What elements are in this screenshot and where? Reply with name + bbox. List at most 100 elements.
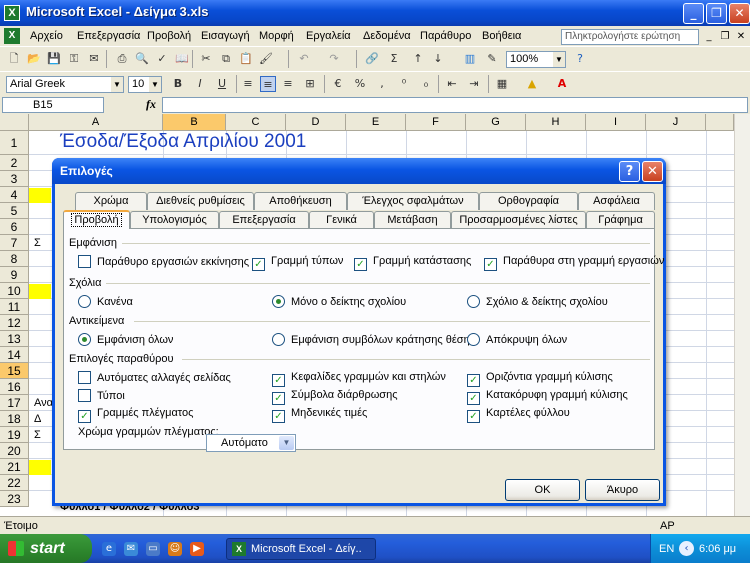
tray-arrow-icon[interactable]: ‹ xyxy=(679,541,694,556)
formula-bar-checkbox[interactable]: ✓ Γραμμή τύπων xyxy=(252,255,343,271)
increase-indent-icon[interactable]: ⇥ xyxy=(466,76,482,92)
minimize-button[interactable]: _ xyxy=(683,3,704,24)
close-window-button[interactable]: ✕ xyxy=(729,3,750,24)
tab-security[interactable]: Ασφάλεια xyxy=(578,192,655,210)
ask-question-box[interactable]: Πληκτρολογήστε ερώτηση xyxy=(561,29,699,45)
comments-none-radio[interactable]: Κανένα xyxy=(78,295,133,308)
row-header[interactable]: 4 xyxy=(0,187,29,203)
row-header[interactable]: 15 xyxy=(0,363,29,379)
chart-wizard-icon[interactable]: ▥ xyxy=(462,51,478,67)
row-header[interactable]: 2 xyxy=(0,155,29,171)
spelling-icon[interactable]: ✓ xyxy=(154,51,170,67)
column-header[interactable]: B xyxy=(163,114,226,131)
cell-text[interactable]: Ανα xyxy=(34,397,53,409)
row-header[interactable]: 12 xyxy=(0,315,29,331)
cancel-button[interactable]: Άκυρο xyxy=(585,479,660,501)
redo-icon[interactable]: ↷ xyxy=(326,51,342,67)
column-header[interactable]: G xyxy=(466,114,526,131)
workbook-icon[interactable]: X xyxy=(4,28,20,44)
save-icon[interactable]: 💾 xyxy=(46,51,62,67)
vertical-scrollbar[interactable] xyxy=(734,114,750,516)
status-bar-checkbox[interactable]: ✓ Γραμμή κατάστασης xyxy=(354,255,471,271)
ie-icon[interactable]: e xyxy=(102,542,116,556)
font-color-icon[interactable]: A xyxy=(554,76,570,92)
tab-view[interactable]: Προβολή xyxy=(63,210,130,229)
row-header[interactable]: 1 xyxy=(0,131,29,155)
format-painter-icon[interactable]: 🖌 xyxy=(258,51,274,67)
start-button[interactable]: start xyxy=(0,534,92,563)
fill-color-icon[interactable]: ▲ xyxy=(524,76,540,92)
row-header[interactable]: 17 xyxy=(0,395,29,411)
italic-icon[interactable]: I xyxy=(192,76,208,92)
ok-button[interactable]: OK xyxy=(505,479,580,501)
cut-icon[interactable]: ✂ xyxy=(198,51,214,67)
row-header[interactable]: 18 xyxy=(0,411,29,427)
increase-decimal-icon[interactable]: ⁰ xyxy=(396,76,412,92)
drawing-icon[interactable]: ✎ xyxy=(484,51,500,67)
decrease-indent-icon[interactable]: ⇤ xyxy=(444,76,460,92)
underline-icon[interactable]: U xyxy=(214,76,230,92)
workbook-minimize-button[interactable]: _ xyxy=(702,30,716,43)
column-header[interactable]: F xyxy=(406,114,466,131)
row-header[interactable]: 22 xyxy=(0,475,29,491)
research-icon[interactable]: 📖 xyxy=(174,51,190,67)
objects-placeholders-radio[interactable]: Εμφάνιση συμβόλων κράτησης θέσης xyxy=(272,333,475,346)
tab-transition[interactable]: Μετάβαση xyxy=(374,211,451,229)
formula-input[interactable] xyxy=(162,97,748,113)
column-header[interactable]: I xyxy=(586,114,646,131)
new-icon[interactable]: 🗋 xyxy=(6,51,22,67)
menu-data[interactable]: Δεδομένα xyxy=(363,30,411,42)
help-icon[interactable]: ? xyxy=(572,51,588,67)
align-center-icon[interactable]: ≡ xyxy=(260,76,276,92)
tab-custom-lists[interactable]: Προσαρμοσμένες λίστες xyxy=(451,211,586,229)
clock[interactable]: 6:06 μμ xyxy=(699,543,736,555)
comments-indicator-only-radio[interactable]: Μόνο ο δείκτης σχολίου xyxy=(272,295,406,308)
open-icon[interactable]: 📂 xyxy=(26,51,42,67)
tab-spelling[interactable]: Ορθογραφία xyxy=(479,192,578,210)
bold-icon[interactable]: B xyxy=(170,76,186,92)
decrease-decimal-icon[interactable]: ₀ xyxy=(418,76,434,92)
column-header[interactable]: E xyxy=(346,114,406,131)
media-player-icon[interactable]: ▶ xyxy=(190,542,204,556)
page-breaks-checkbox[interactable]: Αυτόματες αλλαγές σελίδας xyxy=(78,371,231,384)
cell-text[interactable]: Σ xyxy=(34,237,41,249)
highlighted-cell[interactable] xyxy=(29,188,51,203)
messenger-icon[interactable]: ☺ xyxy=(168,542,182,556)
tab-general[interactable]: Γενικά xyxy=(309,211,374,229)
workbook-restore-button[interactable]: ❐ xyxy=(718,30,732,43)
comments-and-indicator-radio[interactable]: Σχόλιο & δείκτης σχολίου xyxy=(467,295,608,308)
tab-error-checking[interactable]: Έλεγχος σφαλμάτων xyxy=(347,192,479,210)
menu-help[interactable]: Βοήθεια xyxy=(482,30,521,42)
row-header[interactable]: 6 xyxy=(0,219,29,235)
menu-edit[interactable]: Επεξεργασία xyxy=(77,30,140,42)
zero-values-checkbox[interactable]: ✓ Μηδενικές τιμές xyxy=(272,407,367,423)
row-col-headers-checkbox[interactable]: ✓ Κεφαλίδες γραμμών και στηλών xyxy=(272,371,446,387)
percent-icon[interactable]: % xyxy=(352,76,368,92)
row-header[interactable]: 3 xyxy=(0,171,29,187)
column-header[interactable]: C xyxy=(226,114,286,131)
dialog-close-button[interactable]: ✕ xyxy=(642,161,663,182)
cell-text[interactable]: Σ xyxy=(34,429,41,441)
restore-button[interactable]: ❐ xyxy=(706,3,727,24)
email-icon[interactable]: ✉ xyxy=(86,51,102,67)
tab-edit[interactable]: Επεξεργασία xyxy=(219,211,309,229)
print-icon[interactable]: ⎙ xyxy=(114,51,130,67)
horizontal-scrollbar-checkbox[interactable]: ✓ Οριζόντια γραμμή κύλισης xyxy=(467,371,613,387)
row-header[interactable]: 7 xyxy=(0,235,29,251)
column-header[interactable]: H xyxy=(526,114,586,131)
copy-icon[interactable]: ⧉ xyxy=(218,51,234,67)
column-header[interactable]: D xyxy=(286,114,346,131)
objects-hide-all-radio[interactable]: Απόκρυψη όλων xyxy=(467,333,567,346)
row-header[interactable]: 14 xyxy=(0,347,29,363)
objects-show-all-radio[interactable]: Εμφάνιση όλων xyxy=(78,333,173,346)
row-header[interactable]: 5 xyxy=(0,203,29,219)
permission-icon[interactable]: ⚿ xyxy=(66,51,82,67)
row-header[interactable]: 10 xyxy=(0,283,29,299)
excel-app-icon[interactable]: X xyxy=(4,5,20,21)
workbook-close-button[interactable]: ✕ xyxy=(734,30,748,43)
tab-save[interactable]: Αποθήκευση xyxy=(254,192,347,210)
menu-format[interactable]: Μορφή xyxy=(259,30,294,42)
column-header[interactable]: J xyxy=(646,114,706,131)
highlighted-cell[interactable] xyxy=(29,460,51,475)
tab-calculation[interactable]: Υπολογισμός xyxy=(130,211,219,229)
